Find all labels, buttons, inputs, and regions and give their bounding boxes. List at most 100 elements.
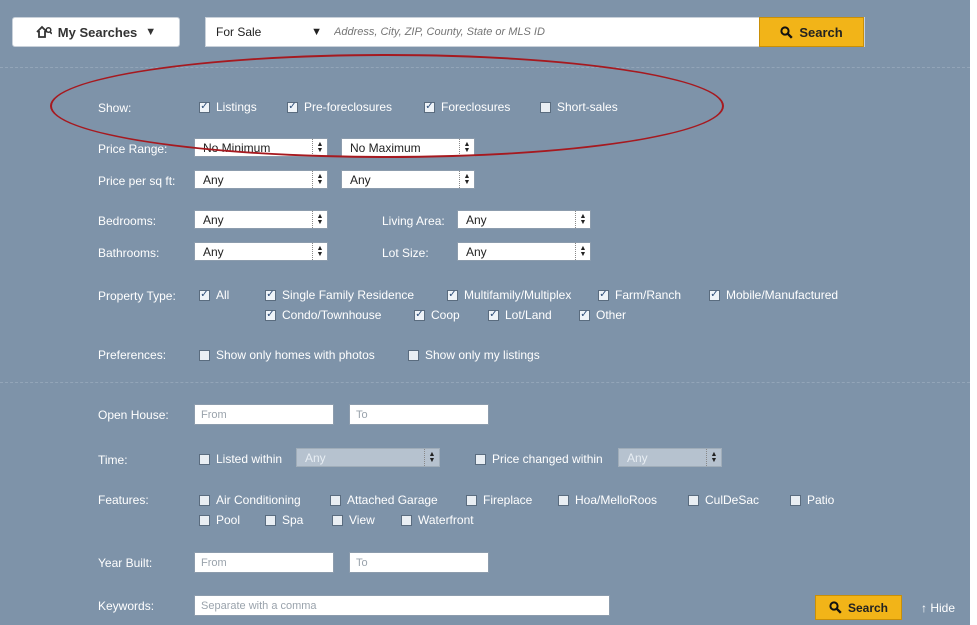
checkbox-checked-icon: ✓ <box>447 289 458 301</box>
feature-spa-checkbox[interactable]: Spa <box>265 513 303 527</box>
price-max-select[interactable]: No Maximum ▲ ▼ <box>341 138 475 157</box>
checkbox-unchecked-icon <box>475 453 486 465</box>
feature-air-conditioning-checkbox[interactable]: Air Conditioning <box>199 493 301 507</box>
checkbox-checked-icon: ✓ <box>199 101 210 113</box>
stepper-icon: ▲ ▼ <box>424 449 439 466</box>
open-house-label: Open House: <box>98 408 169 422</box>
checkbox-checked-icon: ✓ <box>287 101 298 113</box>
bottom-search-button[interactable]: Search <box>815 595 902 620</box>
property-lot-land-checkbox[interactable]: ✓ Lot/Land <box>488 308 552 322</box>
hide-label: Hide <box>930 601 956 615</box>
year-built-label: Year Built: <box>98 556 153 570</box>
feature-pool-checkbox[interactable]: Pool <box>199 513 240 527</box>
lot-size-label: Lot Size: <box>382 246 429 260</box>
checkbox-unchecked-icon <box>466 494 477 506</box>
price-min-select[interactable]: No Minimum ▲ ▼ <box>194 138 328 157</box>
keywords-input[interactable]: Separate with a comma <box>194 595 610 616</box>
checkbox-checked-icon: ✓ <box>199 289 210 301</box>
checkbox-checked-icon: ✓ <box>265 309 276 321</box>
bottom-search-label: Search <box>847 600 889 615</box>
checkbox-checked-icon: ✓ <box>709 289 720 301</box>
my-searches-button[interactable]: My Searches ▼ <box>12 17 180 47</box>
my-listings-checkbox[interactable]: Show only my listings <box>408 348 540 362</box>
stepper-icon: ▲ ▼ <box>575 243 590 260</box>
feature-hoa-checkbox[interactable]: Hoa/MelloRoos <box>558 493 657 507</box>
property-multifamily-checkbox[interactable]: ✓ Multifamily/Multiplex <box>447 288 571 302</box>
location-search-input[interactable] <box>328 18 758 46</box>
divider <box>0 67 970 68</box>
living-area-select[interactable]: Any ▲ ▼ <box>457 210 591 229</box>
checkbox-unchecked-icon <box>199 349 210 361</box>
search-icon <box>780 25 793 39</box>
chevron-down-icon: ▼ <box>311 26 322 38</box>
checkbox-unchecked-icon <box>540 101 551 113</box>
checkbox-unchecked-icon <box>790 494 801 506</box>
listed-within-checkbox[interactable]: Listed within <box>199 452 282 466</box>
checkbox-checked-icon: ✓ <box>488 309 499 321</box>
open-house-to-input[interactable]: To <box>349 404 489 425</box>
year-built-from-input[interactable]: From <box>194 552 334 573</box>
price-changed-within-select[interactable]: Any ▲ ▼ <box>618 448 722 467</box>
listed-within-select[interactable]: Any ▲ ▼ <box>296 448 440 467</box>
property-all-checkbox[interactable]: ✓ All <box>199 288 229 302</box>
price-range-label: Price Range: <box>98 142 168 156</box>
stepper-icon: ▲ ▼ <box>459 139 474 156</box>
property-condo-checkbox[interactable]: ✓ Condo/Townhouse <box>265 308 381 322</box>
show-preforeclosures-checkbox[interactable]: ✓ Pre-foreclosures <box>287 100 392 114</box>
show-shortsales-checkbox[interactable]: Short-sales <box>540 100 618 114</box>
listing-type-select[interactable]: For Sale ▼ <box>206 18 328 46</box>
checkbox-checked-icon: ✓ <box>579 309 590 321</box>
price-sqft-max-select[interactable]: Any ▲ ▼ <box>341 170 475 189</box>
bathrooms-label: Bathrooms: <box>98 246 160 260</box>
feature-culdesac-checkbox[interactable]: CulDeSac <box>688 493 759 507</box>
hide-link[interactable]: ↑ Hide <box>921 601 955 615</box>
feature-attached-garage-checkbox[interactable]: Attached Garage <box>330 493 438 507</box>
checkbox-unchecked-icon <box>330 494 341 506</box>
price-changed-within-checkbox[interactable]: Price changed within <box>475 452 603 466</box>
search-panel: My Searches ▼ For Sale ▼ Search Show: ✓L… <box>0 0 970 625</box>
stepper-icon: ▲ ▼ <box>706 449 721 466</box>
property-other-checkbox[interactable]: ✓ Other <box>579 308 626 322</box>
checkbox-unchecked-icon <box>688 494 699 506</box>
feature-waterfront-checkbox[interactable]: Waterfront <box>401 513 474 527</box>
checkbox-unchecked-icon <box>401 514 412 526</box>
features-label: Features: <box>98 493 149 507</box>
time-label: Time: <box>98 453 128 467</box>
checkbox-unchecked-icon <box>332 514 343 526</box>
chevron-down-icon: ▼ <box>145 26 157 38</box>
stepper-icon: ▲ ▼ <box>312 139 327 156</box>
property-coop-checkbox[interactable]: ✓ Coop <box>414 308 460 322</box>
feature-view-checkbox[interactable]: View <box>332 513 375 527</box>
lot-size-select[interactable]: Any ▲ ▼ <box>457 242 591 261</box>
checkbox-unchecked-icon <box>408 349 419 361</box>
checkbox-checked-icon: ✓ <box>414 309 425 321</box>
saved-searches-icon <box>36 25 52 38</box>
bedrooms-select[interactable]: Any ▲ ▼ <box>194 210 328 229</box>
checkbox-unchecked-icon <box>265 514 276 526</box>
bathrooms-select[interactable]: Any ▲ ▼ <box>194 242 328 261</box>
feature-fireplace-checkbox[interactable]: Fireplace <box>466 493 532 507</box>
stepper-icon: ▲ ▼ <box>312 243 327 260</box>
price-per-sqft-label: Price per sq ft: <box>98 174 176 188</box>
feature-patio-checkbox[interactable]: Patio <box>790 493 834 507</box>
price-sqft-min-select[interactable]: Any ▲ ▼ <box>194 170 328 189</box>
checkbox-unchecked-icon <box>199 494 210 506</box>
checkbox-unchecked-icon <box>558 494 569 506</box>
homes-with-photos-checkbox[interactable]: Show only homes with photos <box>199 348 375 362</box>
show-label: Show: <box>98 101 132 115</box>
listing-type-value: For Sale <box>216 25 262 39</box>
property-single-family-checkbox[interactable]: ✓ Single Family Residence <box>265 288 414 302</box>
show-listings-checkbox[interactable]: ✓ Listings <box>199 100 257 114</box>
year-built-to-input[interactable]: To <box>349 552 489 573</box>
checkbox-unchecked-icon <box>199 453 210 465</box>
open-house-from-input[interactable]: From <box>194 404 334 425</box>
property-mobile-checkbox[interactable]: ✓ Mobile/Manufactured <box>709 288 838 302</box>
top-bar: My Searches ▼ For Sale ▼ Search <box>0 0 970 54</box>
search-icon <box>829 601 842 614</box>
arrow-up-icon: ↑ <box>921 601 927 615</box>
stepper-icon: ▲ ▼ <box>312 171 327 188</box>
show-foreclosures-checkbox[interactable]: ✓ Foreclosures <box>424 100 510 114</box>
search-button[interactable]: Search <box>759 17 864 47</box>
property-farm-ranch-checkbox[interactable]: ✓ Farm/Ranch <box>598 288 681 302</box>
